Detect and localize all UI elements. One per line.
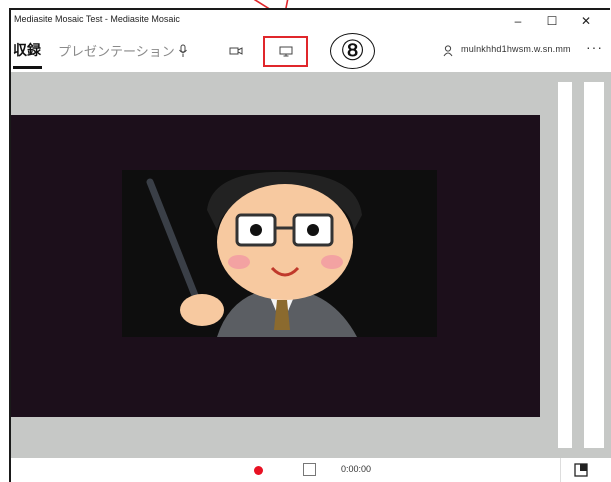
camera-icon	[229, 47, 243, 55]
microphone-button[interactable]	[171, 40, 195, 62]
presenter-image	[146, 171, 362, 337]
bottom-bar: 0:00:00	[11, 458, 610, 482]
layout-icon	[559, 458, 588, 482]
recording-timer: 0:00:00	[341, 464, 372, 474]
toolbar: 収録 プレゼンテーション ⑧ mulnkhhd1hwsm.w.sn.mm ···	[11, 32, 610, 72]
source-thumbnail-slot[interactable]	[558, 82, 572, 448]
side-panel-left-strip	[554, 72, 576, 458]
record-button[interactable]	[254, 466, 263, 475]
title-bar: Mediasite Mosaic Test - Mediasite Mosaic…	[11, 10, 610, 32]
minimize-button[interactable]: –	[501, 12, 535, 30]
app-window: Mediasite Mosaic Test - Mediasite Mosaic…	[9, 8, 611, 482]
close-button[interactable]: ✕	[569, 12, 603, 30]
stop-button[interactable]	[303, 463, 316, 476]
tab-selected-indicator	[13, 66, 42, 69]
microphone-icon	[179, 44, 187, 57]
source-thumbnail-slot[interactable]	[584, 82, 604, 448]
window-title: Mediasite Mosaic Test - Mediasite Mosaic	[14, 14, 180, 24]
presenter-illustration	[122, 170, 437, 337]
camera-button[interactable]	[224, 40, 248, 62]
user-name[interactable]: mulnkhhd1hwsm.w.sn.mm	[461, 44, 571, 54]
user-icon	[443, 45, 453, 57]
tab-record[interactable]: 収録	[13, 40, 41, 60]
annotation-highlight-box	[263, 36, 308, 67]
preview-stage	[11, 72, 554, 458]
annotation-number: ⑧	[330, 33, 375, 69]
layout-toggle-button[interactable]	[559, 458, 600, 482]
more-options-button[interactable]: ···	[586, 39, 603, 55]
video-preview	[11, 115, 540, 417]
side-panel-right-strip	[576, 72, 611, 458]
maximize-button[interactable]: ☐	[535, 12, 569, 30]
tab-presentation[interactable]: プレゼンテーション	[58, 41, 175, 60]
